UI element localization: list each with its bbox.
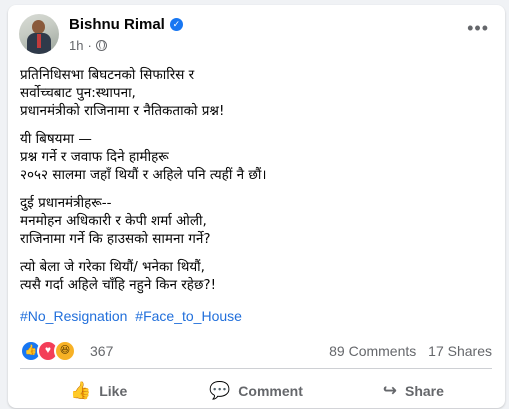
comment-button[interactable]: 💬 Comment [177,373,334,409]
divider [20,368,492,369]
engagement-stats: 👍 ♥ 😆 367 89 Comments 17 Shares [20,338,492,362]
hashtag-link[interactable]: #No_Resignation [20,308,127,324]
hashtag-row: #No_Resignation #Face_to_House [20,308,246,324]
globe-icon [95,40,107,51]
post-card: Bishnu Rimal ✓ 1h · ••• प्रतिनिधिसभा बिघ… [8,5,505,408]
avatar-tie [37,34,41,48]
avatar-head [32,20,45,34]
post-paragraph: दुई प्रधानमंत्रीहरू-- मनमोहन अधिकारी र क… [20,195,211,247]
more-options-icon[interactable]: ••• [467,19,489,37]
comment-icon: 💬 [209,381,231,400]
hashtag-link[interactable]: #Face_to_House [135,308,242,324]
share-label: Share [404,383,444,399]
comment-share-stats: 89 Comments 17 Shares [321,343,492,359]
like-button[interactable]: 👍 Like [20,373,177,409]
reaction-icons[interactable]: 👍 ♥ 😆 [20,340,76,362]
post-time[interactable]: 1h [69,38,83,53]
shares-count[interactable]: 17 Shares [428,343,492,359]
meta-separator: · [87,38,92,53]
post-paragraph: यी बिषयमा — प्रश्न गर्ने र जवाफ दिने हाम… [20,131,267,183]
reaction-count[interactable]: 367 [90,343,113,359]
haha-reaction-icon: 😆 [54,340,76,362]
author-name[interactable]: Bishnu Rimal [69,16,165,33]
avatar[interactable] [19,14,59,54]
comments-count[interactable]: 89 Comments [329,343,416,359]
thumbs-up-icon: 👍 [70,381,92,400]
verified-badge-icon: ✓ [169,18,183,31]
author-row: Bishnu Rimal ✓ [69,16,183,33]
share-arrow-icon: ↪ [382,381,397,400]
post-body: प्रतिनिधिसभा बिघटनको सिफारिस र सर्वोच्चब… [20,66,492,304]
share-button[interactable]: ↪ Share [335,373,492,409]
post-meta: 1h · [69,38,107,53]
post-paragraph: त्यो बेला जे गरेका थियौं/ भनेका थियौं, त… [20,259,216,293]
comment-label: Comment [238,383,303,399]
post-paragraph: प्रतिनिधिसभा बिघटनको सिफारिस र सर्वोच्चब… [20,67,225,119]
action-bar: 👍 Like 💬 Comment ↪ Share [20,373,492,409]
post-header: Bishnu Rimal ✓ 1h · ••• [19,14,499,62]
like-label: Like [99,383,128,399]
